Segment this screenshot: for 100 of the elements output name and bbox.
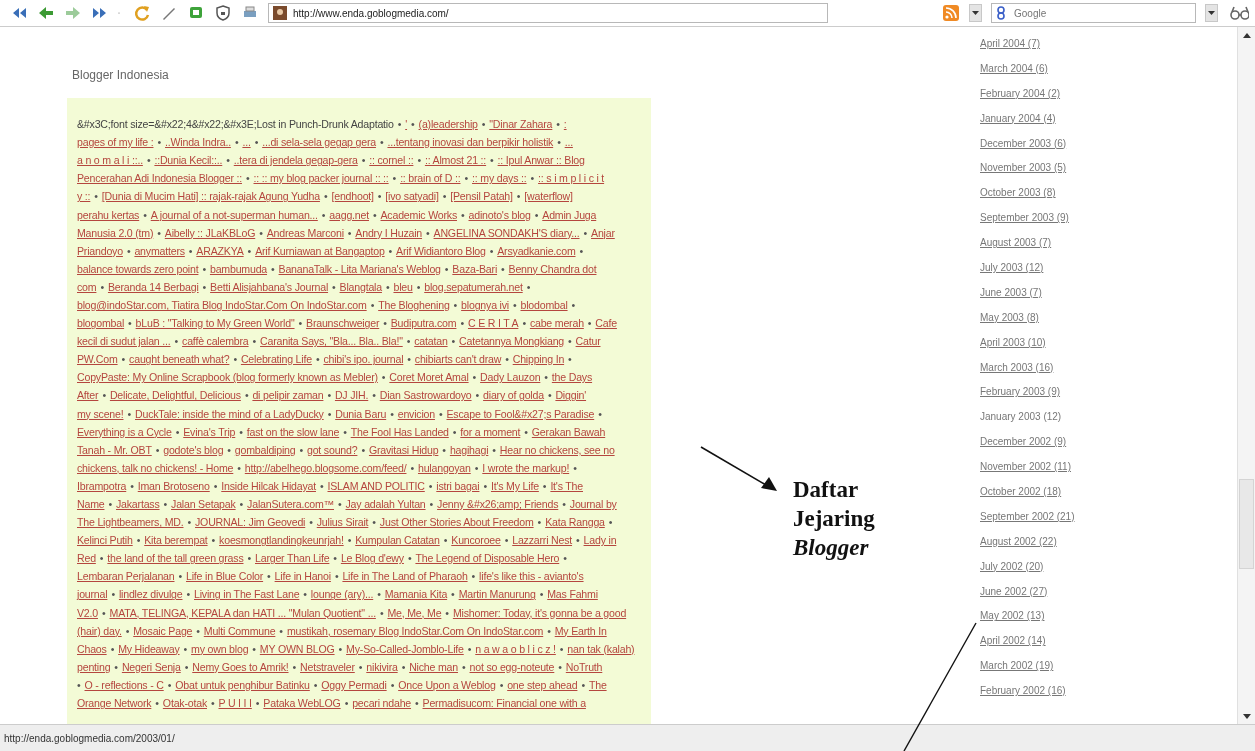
blog-link[interactable]: Catetannya Mongkiang [459,335,565,348]
blog-link[interactable]: ANGELINA SONDAKH'S diary... [433,226,580,239]
address-field[interactable]: http://www.enda.goblogmedia.com/ [268,3,828,23]
archive-link[interactable]: November 2003 (5) [980,156,1075,182]
blog-link[interactable]: Escape to Fool&#x27;s Paradise [446,407,595,420]
blog-link[interactable]: Anjar [591,226,615,239]
blog-link[interactable]: I wrote the markup! [482,461,570,474]
blog-link[interactable]: [Dunia di Mucim Hati] :: rajak-rajak Agung Yudha [101,190,320,203]
blog-link[interactable]: diary of golda [483,389,544,402]
blog-link[interactable]: Kelinci Putih [77,534,133,547]
blog-link[interactable]: BananaTalk - Lita Mariana's Weblog [278,262,441,275]
blog-link[interactable]: The [588,678,607,691]
blog-link[interactable]: Beranda 14 Berbagi [107,280,199,293]
blog-link[interactable]: fast on the slow lane [246,425,340,438]
blog-link[interactable]: [endhoot] [331,190,374,203]
archive-link[interactable]: November 2002 (11) [980,455,1075,481]
blog-link[interactable]: "Dinar Zahara [489,118,553,131]
blog-link[interactable]: Blangtala [339,280,382,293]
blog-link[interactable]: pages of my life : [77,136,154,149]
blog-link[interactable]: The Lightbeamers, MD. [77,516,184,529]
search-box[interactable]: Google [991,3,1196,23]
blog-link[interactable]: pecari ndahe [352,697,411,710]
blog-link[interactable]: a n o m a l i ::.. [77,154,143,167]
scrollbar[interactable] [1237,27,1255,724]
blog-link[interactable]: Life in Blue Color [186,570,264,583]
blog-link[interactable]: istri bagai [436,479,480,492]
blog-link[interactable]: nikivira [366,660,398,673]
blog-link[interactable]: Orange Network [77,697,152,710]
archive-link[interactable]: June 2002 (27) [980,579,1075,605]
blog-link[interactable]: ..tera di jendela gegap-gera [233,154,358,167]
blog-link[interactable]: Delicate, Delightful, Delicious [109,389,241,402]
blog-link[interactable]: Dunia Baru [335,407,387,420]
blog-link[interactable]: balance towards zero point [77,262,199,275]
blog-link[interactable]: Kita berempat [144,534,208,547]
archive-link[interactable]: January 2004 (4) [980,106,1075,132]
blog-link[interactable]: Permadisucom: Financial one with a [422,697,586,710]
blog-link[interactable]: The Legend of Disposable Hero [415,552,560,565]
blog-link[interactable]: one step ahead [507,678,578,691]
blog-link[interactable]: Lady in [583,534,617,547]
blog-link[interactable]: : [563,118,567,131]
blog-link[interactable]: nan tak (kalah) [567,642,635,655]
blog-link[interactable]: my scene! [77,407,124,420]
blog-link[interactable]: ...di sela-sela gegap gera [262,136,376,149]
blog-link[interactable]: Life in The Land of Pharaoh [342,570,468,583]
blog-link[interactable]: Academic Works [380,208,457,221]
blog-link[interactable]: CopyPaste: My Online Scrapbook (blog formerly known as Mebler) [77,371,378,384]
blog-link[interactable]: blognya ivi [461,299,509,311]
blog-link[interactable]: bambumuda [209,262,268,275]
blog-link[interactable]: Priandoyo [77,244,123,257]
archive-link[interactable]: September 2003 (9) [980,206,1075,232]
blog-link[interactable]: Mamania Kita [384,588,448,601]
blog-link[interactable]: Arsyadkanie.com [497,244,576,257]
blog-link[interactable]: perahu kertas [77,208,140,221]
refresh-icon[interactable] [133,4,151,22]
blog-link[interactable]: Otak-otak [162,697,207,710]
blog-link[interactable]: hagihagi [449,443,489,456]
blog-link[interactable]: Niche man [409,660,458,673]
blog-link[interactable]: :: Almost 21 :: [424,154,487,167]
blog-link[interactable]: adinoto's blog [468,208,531,221]
blog-link[interactable]: Baza-Bari [452,262,498,275]
blog-link[interactable]: Martin Manurung [458,588,536,601]
archive-link[interactable]: October 2002 (18) [980,480,1075,505]
blog-link[interactable]: ARAZKYA [196,244,244,257]
blog-link[interactable]: journal [77,588,108,601]
blog-link[interactable]: Mas Fahmi [547,588,598,601]
blog-link[interactable]: Jay adalah Yultan [345,498,426,510]
blog-link[interactable]: The Bloghening [378,299,450,311]
blog-link[interactable]: life's like this - avianto's [479,570,584,583]
archive-link[interactable]: April 2002 (14) [980,629,1075,655]
blog-link[interactable]: The Fool Has Landed [350,425,449,438]
blog-link[interactable]: :: cornel :: [369,154,414,167]
scroll-down-icon[interactable] [1242,713,1251,719]
blog-link[interactable]: ' [405,118,408,131]
blog-link[interactable]: the Days [551,371,593,384]
blog-link[interactable]: the land of the tall green grass [107,552,244,565]
archive-link[interactable]: August 2002 (22) [980,529,1075,555]
blog-link[interactable]: P U I I I [218,697,252,710]
archive-link[interactable]: January 2003 (12) [980,405,1075,431]
blog-link[interactable]: Kata Rangga [545,516,605,529]
blog-link[interactable]: [ivo satyadi] [385,190,439,203]
blog-link[interactable]: koesmongtlandingkeunrjah! [219,534,344,547]
blog-link[interactable]: blogombal [77,317,125,330]
blog-link[interactable]: bLuB : "Talking to My Green World" [135,317,295,330]
blog-link[interactable]: Tanah - Mr. OBT [77,443,152,456]
blog-link[interactable]: Kuncoroee [451,534,501,547]
blog-link[interactable]: Life in Hanoi [274,570,331,583]
blog-link[interactable]: JOURNAL: Jim Geovedi [195,516,306,529]
blog-link[interactable]: got sound? [307,443,358,456]
blog-link[interactable]: :: Ipul Anwar :: Blog [497,154,585,167]
blog-link[interactable]: DJ JIH. [334,389,369,402]
archive-link[interactable]: May 2003 (8) [980,305,1075,331]
archive-link[interactable]: April 2004 (7) [980,32,1075,57]
archive-link[interactable]: September 2002 (21) [980,504,1075,530]
blog-link[interactable]: caffè calembra [182,335,249,348]
archive-link[interactable]: February 2003 (9) [980,380,1075,406]
blog-link[interactable]: Evina's Trip [183,425,236,438]
blog-link[interactable]: Inside Hilcak Hidayat [221,479,316,492]
archive-link[interactable]: March 2002 (19) [980,654,1075,680]
blog-link[interactable]: Nemy Goes to Amrik! [192,660,289,673]
blog-link[interactable]: (a)leadership [418,118,478,131]
